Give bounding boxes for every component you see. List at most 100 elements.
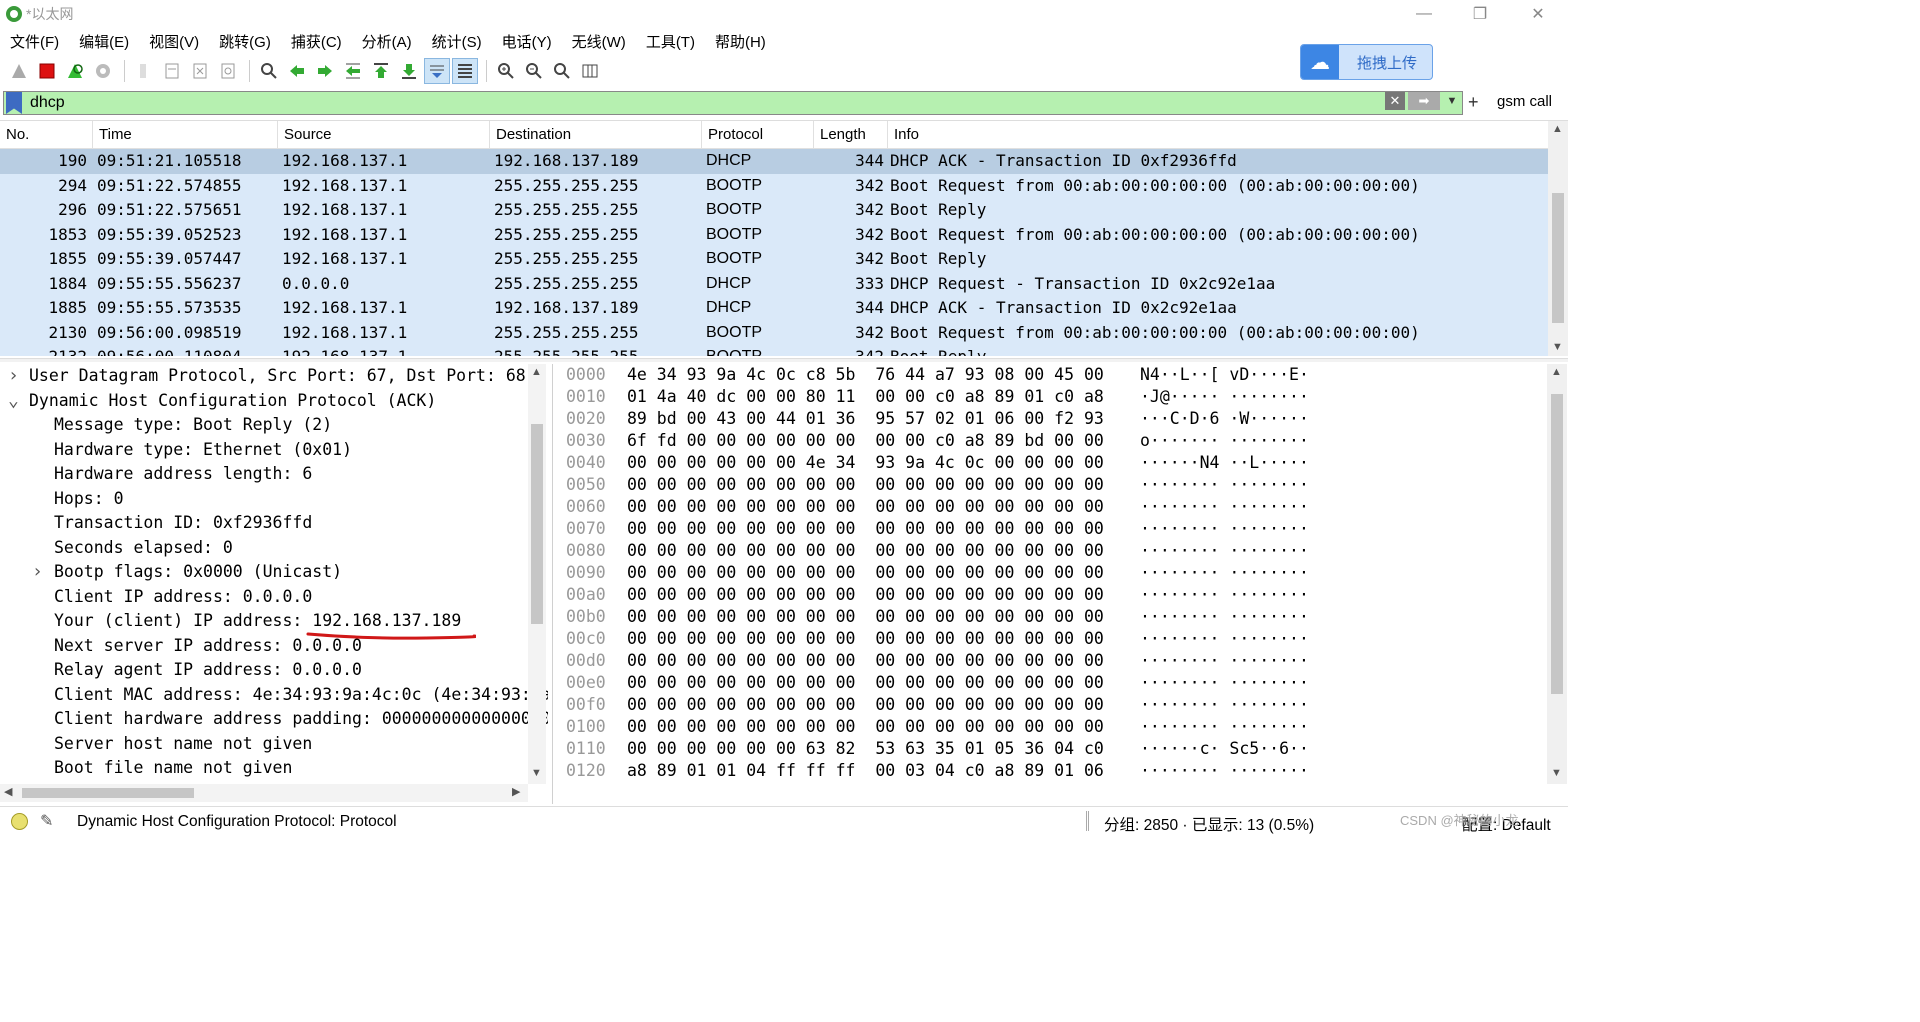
hex-offset[interactable]: 0110 [566, 738, 606, 760]
scroll-up-icon[interactable]: ▲ [531, 366, 542, 378]
hex-offset[interactable]: 0050 [566, 474, 606, 496]
expert-info-icon[interactable] [11, 813, 28, 830]
scrollbar-thumb[interactable] [1551, 394, 1563, 694]
hex-offset[interactable]: 0000 [566, 364, 606, 386]
hex-offset[interactable]: 0100 [566, 716, 606, 738]
ascii-bytes[interactable]: N4··L··[ vD····E· [1140, 364, 1309, 386]
capture-options-icon[interactable] [90, 58, 116, 84]
resize-columns-icon[interactable] [577, 58, 603, 84]
scroll-left-icon[interactable]: ◀ [4, 785, 12, 798]
ascii-bytes[interactable]: ········ ········ [1140, 694, 1309, 716]
column-header-length[interactable]: Length [814, 121, 888, 149]
go-last-packet-icon[interactable] [396, 58, 422, 84]
ascii-bytes[interactable]: ······N4 ··L····· [1140, 452, 1309, 474]
restart-capture-icon[interactable] [62, 58, 88, 84]
hex-offset[interactable]: 0060 [566, 496, 606, 518]
scroll-right-icon[interactable]: ▶ [512, 785, 520, 798]
go-forward-icon[interactable] [312, 58, 338, 84]
ascii-bytes[interactable]: ········ ········ [1140, 474, 1309, 496]
start-capture-icon[interactable] [6, 58, 32, 84]
hex-bytes[interactable]: 00 00 00 00 00 00 00 00 00 00 00 00 00 0… [627, 650, 1104, 672]
scrollbar-thumb[interactable] [22, 788, 194, 798]
tree-item[interactable]: Client IP address: 0.0.0.0 [0, 585, 548, 610]
table-row[interactable]: 1855 09:55:39.057447 192.168.137.1 255.255.… [0, 247, 1568, 272]
scroll-down-icon[interactable]: ▼ [1552, 341, 1563, 353]
apply-filter-icon[interactable]: ➡ [1408, 92, 1440, 110]
packet-list-scrollbar[interactable]: ▲ ▼ [1548, 121, 1568, 356]
menu-wireless[interactable]: 无线(W) [562, 31, 636, 52]
drag-upload-button[interactable]: ☁ 拖拽上传 [1300, 44, 1433, 80]
hex-offset[interactable]: 00f0 [566, 694, 606, 716]
tree-item[interactable]: › User Datagram Protocol, Src Port: 67, D… [0, 364, 548, 389]
hex-offset[interactable]: 0020 [566, 408, 606, 430]
menu-file[interactable]: 文件(F) [0, 31, 69, 52]
restore-button[interactable]: ❐ [1452, 0, 1508, 28]
close-button[interactable]: ✕ [1510, 0, 1566, 28]
ascii-bytes[interactable]: ········ ········ [1140, 760, 1309, 782]
reload-file-icon[interactable] [215, 58, 241, 84]
pane-splitter[interactable] [0, 358, 1568, 362]
tree-item[interactable]: Client MAC address: 4e:34:93:9a:4c:0c (4… [0, 683, 548, 708]
hex-bytes[interactable]: 89 bd 00 43 00 44 01 36 95 57 02 01 06 0… [627, 408, 1104, 430]
ascii-bytes[interactable]: o······· ········ [1140, 430, 1309, 452]
hex-bytes[interactable]: 6f fd 00 00 00 00 00 00 00 00 c0 a8 89 b… [627, 430, 1104, 452]
column-header-time[interactable]: Time [93, 121, 278, 149]
bytes-scrollbar[interactable]: ▲ ▼ [1547, 364, 1567, 784]
zoom-out-icon[interactable] [521, 58, 547, 84]
tree-item[interactable]: ⌄ Dynamic Host Configuration Protocol (AC… [0, 389, 548, 414]
ascii-bytes[interactable]: ········ ········ [1140, 518, 1309, 540]
hex-bytes[interactable]: 01 4a 40 dc 00 00 80 11 00 00 c0 a8 89 0… [627, 386, 1104, 408]
tree-item[interactable]: Relay agent IP address: 0.0.0.0 [0, 658, 548, 683]
table-row[interactable]: 190 09:51:21.105518 192.168.137.1 192.168.1… [0, 149, 1568, 174]
hex-offset[interactable]: 00d0 [566, 650, 606, 672]
hex-offset[interactable]: 0090 [566, 562, 606, 584]
table-row[interactable]: 213209:56:00.110804192.168.137.1255.255.… [0, 345, 1568, 356]
scrollbar-thumb[interactable] [1552, 193, 1564, 323]
scroll-up-icon[interactable]: ▲ [1552, 123, 1563, 135]
ascii-bytes[interactable]: ······c· Sc5··6·· [1140, 738, 1309, 760]
details-scrollbar[interactable]: ▲ ▼ [528, 364, 546, 784]
table-row[interactable]: 1884 09:55:55.556237 0.0.0.0 255.255.255.25… [0, 271, 1568, 296]
ascii-bytes[interactable]: ········ ········ [1140, 496, 1309, 518]
go-first-packet-icon[interactable] [368, 58, 394, 84]
menu-help[interactable]: 帮助(H) [705, 31, 776, 52]
tree-item[interactable]: Client hardware address padding: 0000000… [0, 707, 548, 732]
scroll-down-icon[interactable]: ▼ [531, 767, 542, 779]
colorize-icon[interactable] [452, 58, 478, 84]
tree-item[interactable]: Message type: Boot Reply (2) [0, 413, 548, 438]
hex-bytes[interactable]: 00 00 00 00 00 00 00 00 00 00 00 00 00 0… [627, 540, 1104, 562]
chevron-right-icon[interactable]: › [8, 364, 19, 389]
hex-offset[interactable]: 0070 [566, 518, 606, 540]
hex-offset[interactable]: 0120 [566, 760, 606, 782]
tree-item[interactable]: › Bootp flags: 0x0000 (Unicast) [0, 560, 548, 585]
normal-size-icon[interactable] [549, 58, 575, 84]
clear-filter-icon[interactable]: ✕ [1385, 92, 1405, 110]
chevron-down-icon[interactable]: ▼ [1445, 92, 1459, 110]
hex-offset[interactable]: 00a0 [566, 584, 606, 606]
hex-bytes[interactable]: 00 00 00 00 00 00 00 00 00 00 00 00 00 0… [627, 518, 1104, 540]
menu-telephony[interactable]: 电话(Y) [492, 31, 562, 52]
add-filter-button-icon[interactable]: + [1468, 92, 1479, 113]
ascii-bytes[interactable]: ········ ········ [1140, 540, 1309, 562]
column-header-protocol[interactable]: Protocol [702, 121, 814, 149]
ascii-bytes[interactable]: ········ ········ [1140, 716, 1309, 738]
column-header-info[interactable]: Info [888, 121, 1538, 149]
save-file-icon[interactable] [159, 58, 185, 84]
zoom-in-icon[interactable] [493, 58, 519, 84]
scroll-down-icon[interactable]: ▼ [1551, 767, 1562, 779]
menu-capture[interactable]: 捕获(C) [281, 31, 352, 52]
hex-bytes[interactable]: 00 00 00 00 00 00 00 00 00 00 00 00 00 0… [627, 716, 1104, 738]
table-row[interactable]: 296 09:51:22.575651 192.168.137.1 255.255.2… [0, 198, 1568, 223]
close-file-icon[interactable] [187, 58, 213, 84]
hex-offset[interactable]: 0040 [566, 452, 606, 474]
bookmark-icon[interactable] [6, 92, 22, 114]
tree-item[interactable]: Boot file name not given [0, 756, 548, 781]
display-filter-input[interactable] [30, 92, 1370, 114]
tree-item[interactable]: Seconds elapsed: 0 [0, 536, 548, 561]
tree-item[interactable]: Server host name not given [0, 732, 548, 757]
ascii-bytes[interactable]: ········ ········ [1140, 584, 1309, 606]
ascii-bytes[interactable]: ········ ········ [1140, 628, 1309, 650]
tree-item[interactable]: Transaction ID: 0xf2936ffd [0, 511, 548, 536]
hex-bytes[interactable]: 00 00 00 00 00 00 4e 34 93 9a 4c 0c 00 0… [627, 452, 1104, 474]
tree-item[interactable]: Hardware type: Ethernet (0x01) [0, 438, 548, 463]
